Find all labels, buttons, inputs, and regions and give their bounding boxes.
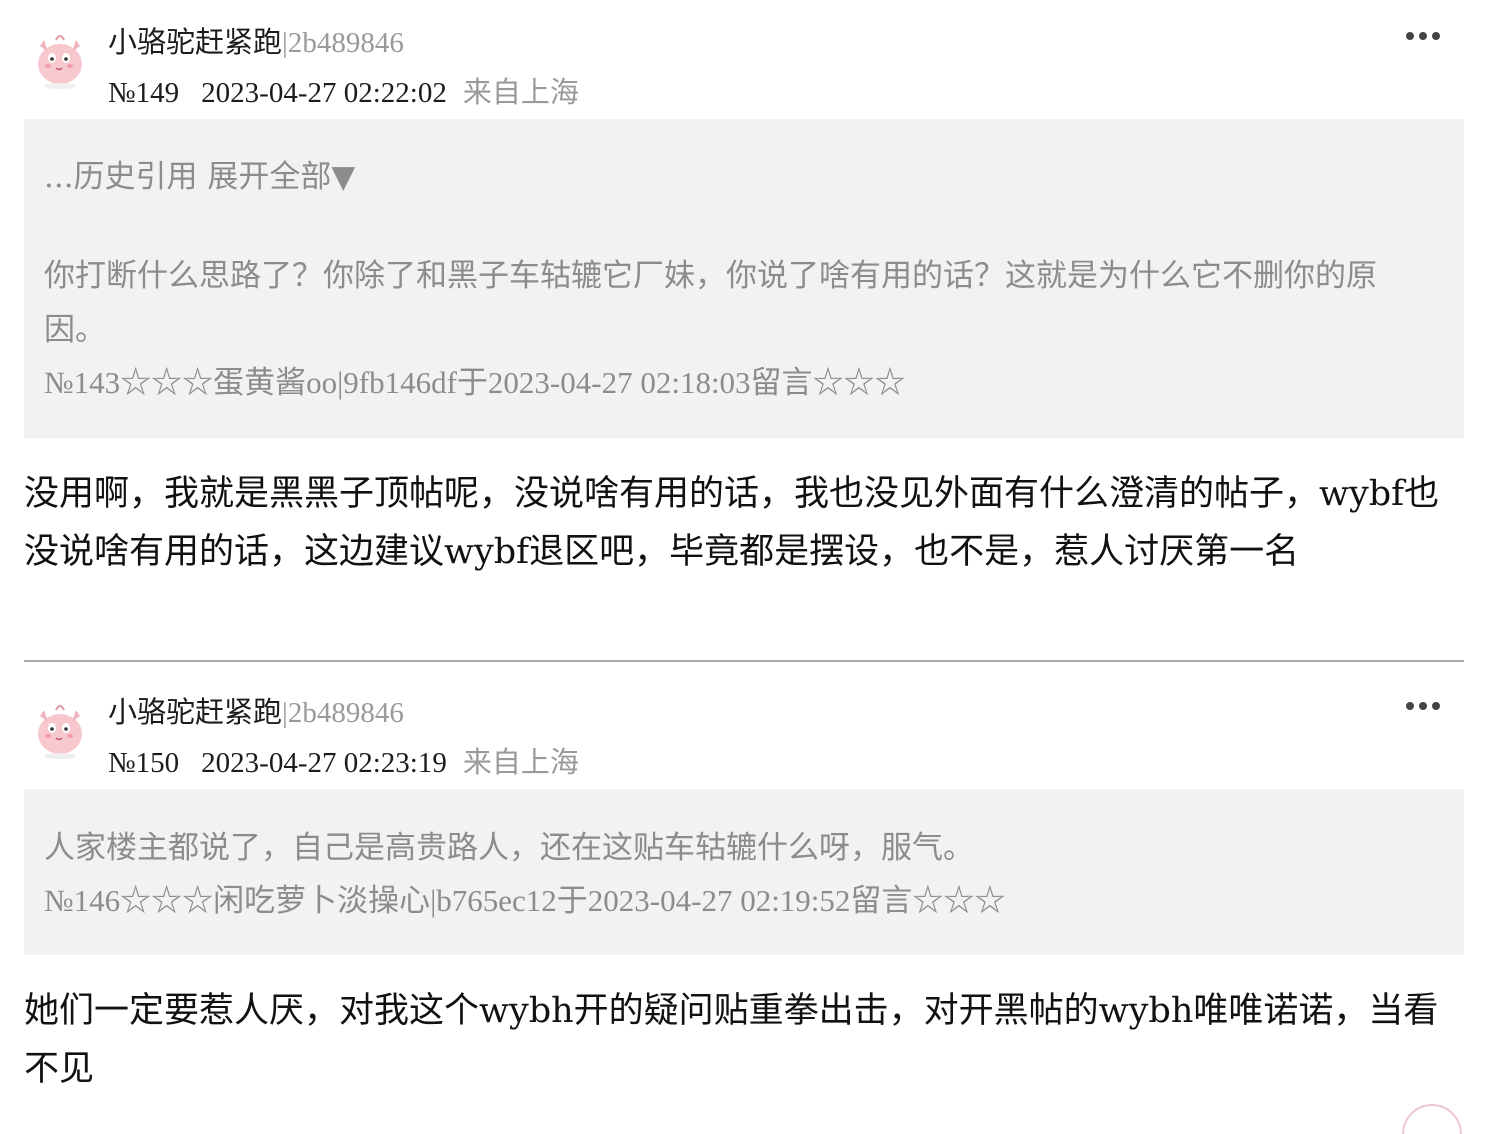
quote-reference: №146☆☆☆闲吃萝卜淡操心|b765ec12于2023-04-27 02:19…	[44, 883, 1006, 918]
user-id: |2b489846	[282, 27, 404, 59]
post-content: 没用啊，我就是黑黑子顶帖呢，没说啥有用的话，我也没见外面有什么澄清的帖子，wyb…	[24, 474, 1440, 572]
post-content: 她们一定要惹人厌，对我这个wybh开的疑问贴重拳出击，对开黑帖的wybh唯唯诺诺…	[24, 991, 1439, 1089]
post-meta: №150 2023-04-27 02:23:19 来自上海	[108, 744, 579, 781]
quote-box: 人家楼主都说了，自己是高贵路人，还在这贴车轱辘什么呀，服气。 №146☆☆☆闲吃…	[24, 789, 1464, 955]
post-divider	[24, 660, 1464, 662]
clefairy-avatar-icon[interactable]	[28, 28, 92, 92]
post-time: 2023-04-27 02:22:02	[201, 77, 447, 109]
floor-number: №150	[108, 747, 180, 779]
username[interactable]: 小骆驼赶紧跑	[108, 695, 282, 729]
post-location: 来自上海	[462, 75, 579, 109]
floor-number: №149	[108, 77, 180, 109]
quote-text: 人家楼主都说了，自己是高贵路人，还在这贴车轱辘什么呀，服气。	[44, 830, 974, 866]
post-meta: №149 2023-04-27 02:22:02 来自上海	[108, 74, 579, 111]
post-time: 2023-04-27 02:23:19	[201, 747, 447, 779]
more-options-icon[interactable]	[1406, 702, 1440, 712]
decor-icon	[1402, 1104, 1462, 1134]
quote-text: 你打断什么思路了？你除了和黑子车轱辘它厂妹，你说了啥有用的话？这就是为什么它不删…	[44, 258, 1377, 348]
user-line: 小骆驼赶紧跑|2b489846	[108, 24, 404, 61]
user-line: 小骆驼赶紧跑|2b489846	[108, 694, 404, 731]
user-id: |2b489846	[282, 697, 404, 729]
post-location: 来自上海	[462, 745, 579, 779]
username[interactable]: 小骆驼赶紧跑	[108, 25, 282, 59]
more-options-icon[interactable]	[1406, 32, 1440, 42]
expand-history-link[interactable]: ...历史引用 展开全部▼	[44, 157, 355, 197]
quote-reference: №143☆☆☆蛋黄酱oo|9fb146df于2023-04-27 02:18:0…	[44, 365, 906, 400]
clefairy-avatar-icon[interactable]	[28, 698, 92, 762]
quote-box: ...历史引用 展开全部▼ 你打断什么思路了？你除了和黑子车轱辘它厂妹，你说了啥…	[24, 119, 1464, 438]
